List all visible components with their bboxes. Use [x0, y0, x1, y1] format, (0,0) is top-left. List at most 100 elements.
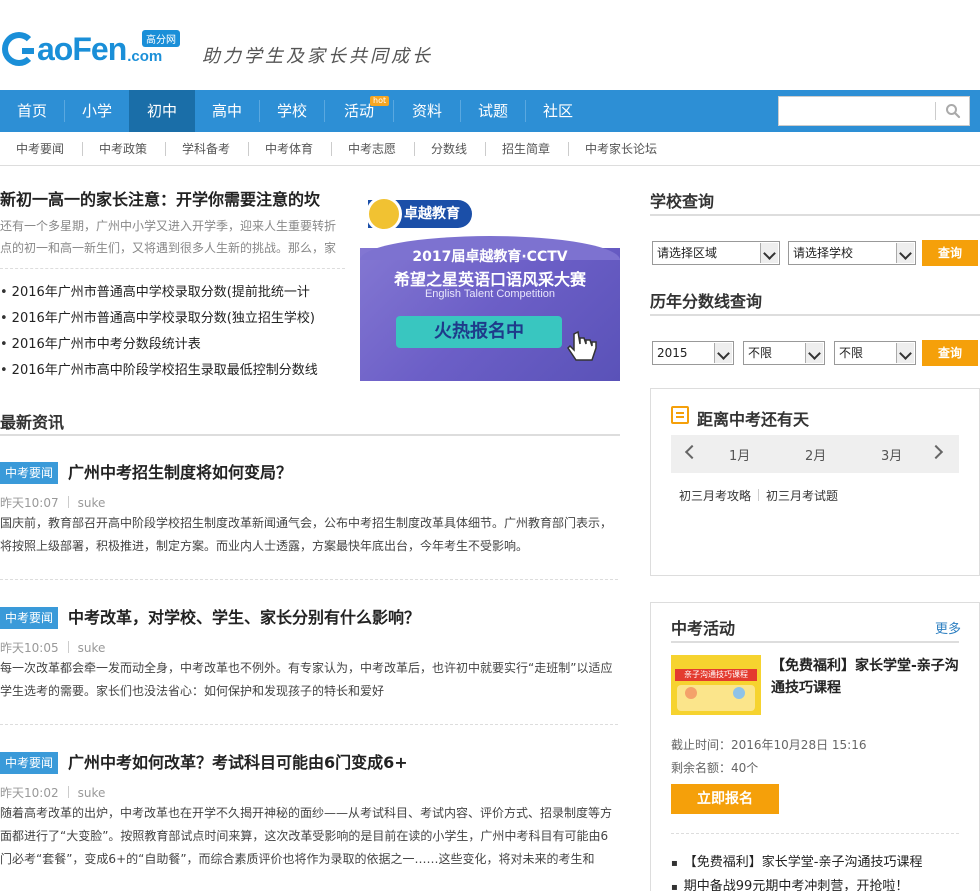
nav-item-primary[interactable]: 小学: [65, 90, 129, 132]
logo-badge: 高分网: [142, 30, 180, 47]
news-title[interactable]: 广州中考招生制度将如何变局？: [68, 462, 292, 484]
chevron-down-icon: [896, 343, 914, 363]
list-item[interactable]: 【免费福利】家长学堂-亲子沟通技巧课程: [671, 851, 971, 875]
news-item: 中考要闻 广州中考如何改革？考试科目可能由6门变成6+ 昨天10:02 suke …: [0, 752, 620, 891]
chevron-right-icon[interactable]: [928, 444, 944, 460]
school-query-button[interactable]: 查询: [922, 240, 978, 266]
month-tab[interactable]: 3月: [881, 445, 902, 464]
subnav-separator: [485, 142, 486, 156]
nav-item-exams[interactable]: 试题: [461, 90, 525, 132]
countdown-link[interactable]: 初三月考试题: [766, 489, 838, 503]
site-logo[interactable]: aoFen .com 高分网: [2, 26, 180, 67]
divider: [0, 268, 345, 269]
banner-title: 2017届卓越教育·CCTV: [412, 249, 568, 265]
news-tag[interactable]: 中考要闻: [0, 607, 59, 629]
search-input[interactable]: [778, 96, 970, 126]
category-select[interactable]: 不限: [743, 341, 825, 365]
banner-cta[interactable]: 火热报名中: [396, 316, 562, 348]
section-rule: [671, 641, 959, 643]
nav-item-senior[interactable]: 高中: [195, 90, 259, 132]
search-divider: [935, 102, 936, 120]
top-story-links: 2016年广州市普通高中学校录取分数(提前批统一计 2016年广州市普通高中学校…: [0, 280, 345, 384]
activity-list: 【免费福利】家长学堂-亲子沟通技巧课程 期中备战99元期中考冲刺营，开抢啦！: [671, 851, 971, 891]
section-rule: [650, 314, 980, 316]
subnav-separator: [82, 142, 83, 156]
divider: [0, 579, 618, 580]
school-select-value: 请选择学校: [793, 246, 854, 260]
month-selector: 1月 2月 3月: [671, 435, 959, 473]
subnav-item[interactable]: 学科备考: [182, 132, 230, 166]
year-select[interactable]: 2015: [652, 341, 734, 365]
subnav-item[interactable]: 中考体育: [265, 132, 313, 166]
school-select[interactable]: 请选择学校: [788, 241, 916, 265]
thumbnail-caption: 亲子沟通技巧课程: [675, 669, 757, 681]
activity-deadline: 截止时间：2016年10月28日 15:16: [671, 738, 867, 752]
month-tab[interactable]: 1月: [729, 445, 750, 464]
subnav-item[interactable]: 中考家长论坛: [585, 132, 657, 166]
list-item[interactable]: 2016年广州市高中阶段学校招生录取最低控制分数线: [0, 358, 345, 384]
news-meta: 昨天10:07 suke: [0, 494, 105, 511]
top-story-title[interactable]: 新初一高一的家长注意：开学你需要注意的坎: [0, 186, 345, 210]
promo-banner[interactable]: 卓越教育 2017届卓越教育·CCTV 希望之星英语口语风采大赛 English…: [360, 186, 620, 381]
subnav-item[interactable]: 分数线: [431, 132, 467, 166]
search-icon[interactable]: [945, 103, 961, 119]
news-tag[interactable]: 中考要闻: [0, 462, 59, 484]
list-item[interactable]: 2016年广州市中考分数段统计表: [0, 332, 345, 358]
logo-wordmark: aoFen: [37, 31, 127, 67]
school-query-heading: 学校查询: [650, 192, 715, 211]
countdown-link[interactable]: 初三月考攻略: [679, 489, 751, 503]
more-link[interactable]: 更多: [935, 618, 961, 637]
signup-button[interactable]: 立即报名: [671, 784, 779, 814]
nav-item-materials[interactable]: 资料: [394, 90, 460, 132]
countdown-links: 初三月考攻略 初三月考试题: [679, 487, 838, 504]
month-tab[interactable]: 2月: [805, 445, 826, 464]
nav-item-school[interactable]: 学校: [260, 90, 324, 132]
countdown-panel: 距离中考还有天 1月 2月 3月 初三月考攻略 初三月考试题: [650, 388, 980, 576]
news-item: 中考要闻 中考改革，对学校、学生、家长分别有什么影响？ 昨天10:05 suke …: [0, 607, 620, 717]
site-header: aoFen .com 高分网 助力学生及家长共同成长: [0, 0, 980, 90]
list-item[interactable]: 2016年广州市普通高中学校录取分数(独立招生学校): [0, 306, 345, 332]
site-slogan: 助力学生及家长共同成长: [202, 46, 433, 67]
news-time: 昨天10:07: [0, 496, 59, 510]
type-select[interactable]: 不限: [834, 341, 916, 365]
subnav-separator: [165, 142, 166, 156]
list-item[interactable]: 2016年广州市普通高中学校录取分数(提前批统一计: [0, 280, 345, 306]
news-tag[interactable]: 中考要闻: [0, 752, 59, 774]
year-select-value: 2015: [657, 346, 688, 360]
subnav-separator: [248, 142, 249, 156]
subnav-item[interactable]: 招生简章: [502, 132, 550, 166]
region-select[interactable]: 请选择区域: [652, 241, 780, 265]
type-select-value: 不限: [839, 346, 864, 360]
thumbnail-figure: [733, 687, 745, 699]
section-rule: [650, 214, 980, 216]
news-time: 昨天10:05: [0, 641, 59, 655]
subnav-item[interactable]: 中考政策: [99, 132, 147, 166]
news-author: suke: [77, 641, 106, 655]
divider: [0, 724, 618, 725]
thumbnail-figure: [685, 687, 697, 699]
chevron-down-icon: [896, 243, 914, 263]
banner-subtitle: 希望之星英语口语风采大赛: [393, 270, 586, 289]
activity-thumbnail[interactable]: 亲子沟通技巧课程: [671, 655, 761, 715]
countdown-heading: 距离中考还有天: [697, 410, 810, 429]
list-item[interactable]: 期中备战99元期中考冲刺营，开抢啦！: [671, 875, 971, 891]
subnav-separator: [414, 142, 415, 156]
nav-item-home[interactable]: 首页: [0, 90, 64, 132]
news-title[interactable]: 广州中考如何改革？考试科目可能由6门变成6+: [68, 752, 408, 774]
chevron-left-icon[interactable]: [684, 444, 700, 460]
subnav-item[interactable]: 中考要闻: [16, 132, 64, 166]
news-title[interactable]: 中考改革，对学校、学生、家长分别有什么影响？: [68, 607, 420, 629]
nav-item-junior[interactable]: 初中: [129, 90, 195, 132]
activity-remaining: 剩余名额：40个: [671, 761, 759, 775]
score-query-button[interactable]: 查询: [922, 340, 978, 366]
subnav-item[interactable]: 中考志愿: [348, 132, 396, 166]
chevron-down-icon: [760, 243, 778, 263]
meta-separator: [67, 496, 69, 508]
logo-domain: .com: [127, 48, 163, 65]
banner-english-title: English Talent Competition: [424, 288, 556, 300]
activity-name[interactable]: 【免费福利】家长学堂-亲子沟通技巧课程: [771, 655, 967, 699]
chevron-down-icon: [805, 343, 823, 363]
nav-item-community[interactable]: 社区: [526, 90, 590, 132]
divider: [671, 833, 959, 834]
top-story-summary: 还有一个多星期，广州中小学又进入开学季，迎来人生重要转折点的初一和高一新生们，又…: [0, 219, 337, 255]
